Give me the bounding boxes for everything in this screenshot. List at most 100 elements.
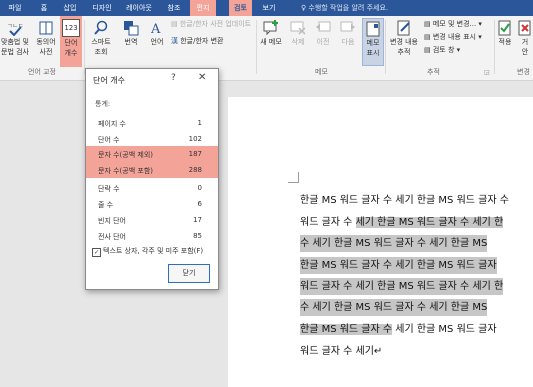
new-comment-label: 새 메모: [260, 38, 282, 46]
stat-row-words: 단어 수 102: [98, 135, 202, 144]
text-line[interactable]: 한글 MS 워드 글자 수 세기 한글 MS 워드 글자: [300, 321, 497, 338]
spellcheck-button[interactable]: ㄱㄴㄷ 맞춤법 및 문법 검사: [1, 20, 29, 57]
reject-label: 거 안: [521, 38, 529, 56]
separator: [385, 20, 386, 74]
accept-button[interactable]: 적용: [496, 20, 514, 47]
ribbon-review: ㄱㄴㄷ 맞춤법 및 문법 검사 동의어 사전 123 단어 개수 언어 교정 스…: [0, 16, 533, 81]
separator: [494, 20, 495, 74]
delete-comment-button[interactable]: 삭제: [287, 20, 309, 47]
previous-comment-button[interactable]: 이전: [312, 20, 334, 47]
tab-file[interactable]: 파일: [4, 0, 26, 16]
reject-button[interactable]: 거 안: [517, 20, 533, 57]
hanja-convert-button[interactable]: 漢 한글/한자 변환: [171, 36, 223, 46]
next-comment-icon: [340, 21, 355, 32]
track-changes-button[interactable]: 변경 내용 추적: [387, 20, 421, 57]
include-textboxes-checkbox[interactable]: ✓ 텍스트 상자, 각주 및 미주 포함(F): [92, 246, 203, 257]
show-comments-icon: [366, 21, 380, 37]
language-icon: A: [150, 22, 161, 36]
reviewing-pane-dropdown[interactable]: ▤ 검토 창 ▾: [424, 45, 460, 55]
reviewing-pane-icon: ▤: [424, 46, 431, 54]
include-textboxes-label: 텍스트 상자, 각주 및 미주 포함(F): [103, 247, 204, 255]
word-count-label: 단어 개수: [64, 39, 78, 57]
chevron-down-icon: ▾: [478, 33, 482, 41]
language-label: 언어: [150, 38, 164, 46]
statistics-heading: 통계:: [95, 100, 111, 108]
text-line[interactable]: 한글 MS 워드 글자 수 세기 한글 MS 워드 글자: [300, 257, 497, 274]
dialog-title: 단어 개수: [93, 76, 125, 85]
close-icon[interactable]: ✕: [198, 72, 206, 83]
lightbulb-icon: ♀: [301, 4, 307, 12]
translate-label: 번역: [124, 38, 138, 46]
selected-text: 한글 MS 워드 글자 수: [300, 324, 393, 335]
chevron-down-icon: ▾: [478, 20, 482, 28]
show-markup-label: 변경 내용 표시: [432, 33, 476, 41]
tab-design[interactable]: 디자인: [88, 0, 116, 16]
new-comment-button[interactable]: 새 메모: [258, 20, 284, 47]
text-line[interactable]: 워드 글자 수 세기↵: [300, 343, 382, 360]
dialog-launcher-icon[interactable]: ◲: [484, 68, 490, 78]
reject-icon: [518, 20, 531, 36]
tab-home[interactable]: 홈: [36, 0, 52, 16]
word-count-dialog: 단어 개수 ? ✕ 통계: 페이지 수1 단어 수 102 문자 수(공백 제외)…: [85, 68, 219, 290]
stat-row-lines: 줄 수6: [98, 200, 202, 209]
word-count-button[interactable]: 123 단어 개수: [60, 16, 82, 67]
next-comment-button[interactable]: 다음: [337, 20, 359, 47]
tab-view[interactable]: 보기: [258, 0, 280, 16]
word-count-icon: 123: [62, 19, 80, 37]
tab-review[interactable]: 검토: [229, 0, 252, 16]
tab-mailings[interactable]: 편지: [190, 0, 216, 16]
tell-me-box[interactable]: ♀ 수행할 작업을 알려 주세요.: [301, 0, 388, 16]
show-markup-dropdown[interactable]: ▤ 변경 내용 표시 ▾: [424, 32, 482, 42]
spellcheck-label: 맞춤법 및 문법 검사: [1, 38, 29, 56]
help-button[interactable]: ?: [171, 73, 176, 83]
search-icon: [94, 20, 108, 35]
comments-group-label: 메모: [315, 68, 328, 76]
tab-references[interactable]: 참조: [163, 0, 185, 16]
smart-lookup-label: 스마트 조회: [91, 38, 111, 56]
text-line[interactable]: 수 세기 한글 MS 워드 글자 수 세기 한글 MS: [300, 299, 488, 316]
svg-text:ㄱㄴㄷ: ㄱㄴㄷ: [7, 23, 24, 30]
book-icon: [39, 21, 53, 35]
text-line[interactable]: 워드 글자 수 세기 한글 MS 워드 글자 수 세기 한: [300, 278, 504, 295]
hanja-dictionary-update-button[interactable]: ▤ 한글/한자 사전 업데이트: [171, 19, 251, 29]
text-line[interactable]: 한글 MS 워드 글자 수 세기 한글 MS 워드 글자 수: [300, 192, 509, 209]
dictionary-icon: ▤: [171, 20, 178, 28]
accept-icon: [498, 20, 511, 36]
text-line[interactable]: 수 세기 한글 MS 워드 글자 수 세기 한글 MS: [300, 235, 488, 252]
crop-mark: [288, 172, 299, 183]
markup-dropdown[interactable]: ▤ 메모 및 변경... ▾: [424, 19, 482, 29]
translate-button[interactable]: 번역: [120, 20, 142, 47]
spellcheck-icon: ㄱㄴㄷ: [7, 23, 24, 36]
comment-icon: [263, 20, 278, 36]
show-markup-icon: ▤: [424, 33, 431, 41]
accept-label: 적용: [498, 38, 512, 46]
show-comments-button[interactable]: 메모 표시: [362, 18, 384, 66]
tell-me-text: 수행할 작업을 알려 주세요.: [308, 4, 389, 12]
thesaurus-label: 동의어 사전: [36, 38, 56, 56]
show-comments-label: 메모 표시: [366, 39, 380, 57]
text-line[interactable]: 워드 글자 수 세기 한글 MS 워드 글자 수 세기 한: [300, 214, 504, 231]
chevron-down-icon: ▾: [456, 46, 461, 54]
close-button[interactable]: 닫기: [168, 264, 210, 283]
checkbox-check-icon: ✓: [92, 248, 101, 257]
thesaurus-button[interactable]: 동의어 사전: [34, 20, 58, 57]
language-button[interactable]: A 언어: [146, 20, 168, 47]
proofing-group-label: 언어 교정: [28, 68, 56, 76]
hanja-icon: 漢: [171, 37, 178, 45]
track-changes-icon: [397, 20, 410, 36]
stat-row-chars-with-spaces: 문자 수(공백 포함) 288: [86, 162, 218, 178]
tab-insert[interactable]: 삽입: [59, 0, 81, 16]
previous-label: 이전: [316, 38, 330, 46]
tracking-group-label: 추적: [427, 68, 440, 76]
changes-group-label: 변경: [517, 68, 530, 76]
stat-row-other-words: 전사 단어 85: [98, 232, 202, 241]
separator: [256, 20, 257, 74]
tab-layout[interactable]: 레이아웃: [121, 0, 157, 16]
stat-row-pages: 페이지 수1: [98, 119, 202, 128]
previous-comment-icon: [316, 21, 331, 32]
delete-comment-icon: [290, 21, 306, 35]
stat-row-chars-no-spaces: 문자 수(공백 제외) 187: [86, 146, 218, 162]
smart-lookup-button[interactable]: 스마트 조회: [87, 20, 115, 57]
reviewing-pane-label: 검토 창: [432, 46, 455, 54]
stat-row-asian-words: 빈지 단어 17: [98, 216, 202, 225]
